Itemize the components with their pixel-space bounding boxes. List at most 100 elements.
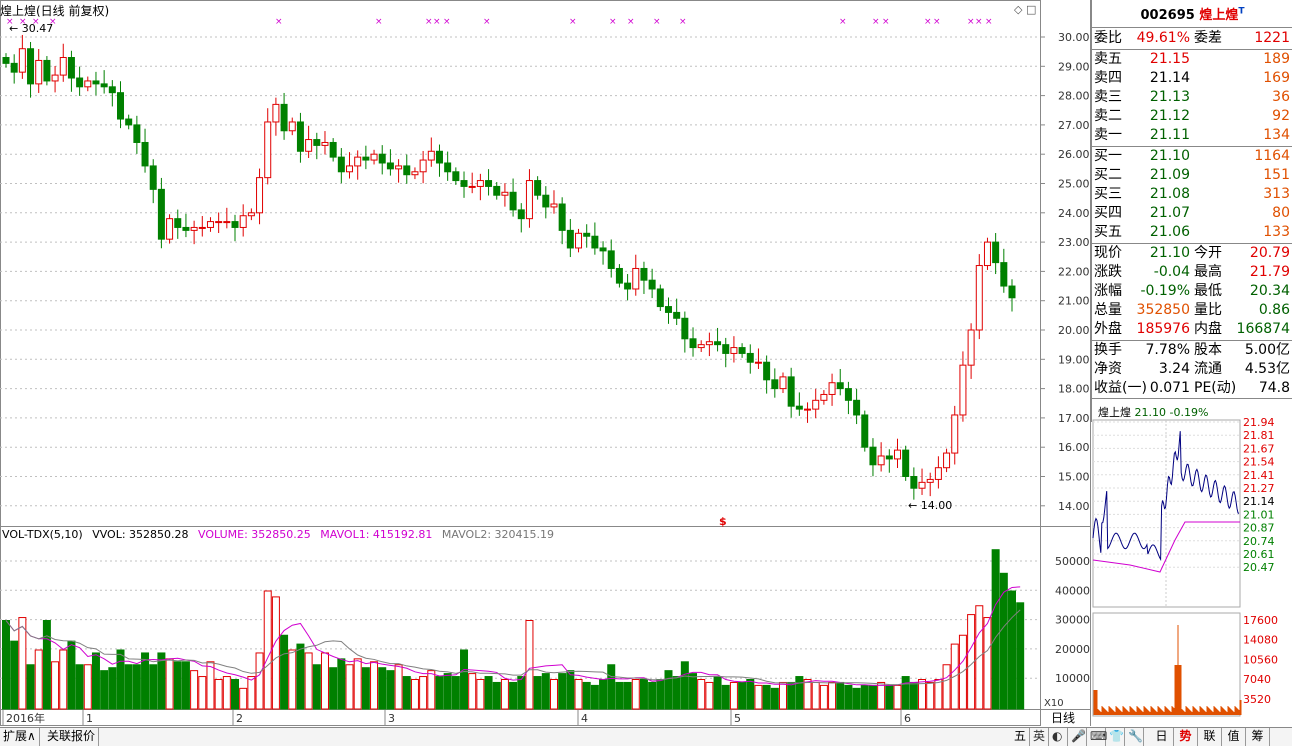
volume-axis-tick: 30000 [1055, 614, 1090, 627]
diamond-icon[interactable]: ◇ [1014, 3, 1023, 16]
price-axis-tick: 28.00 [1058, 90, 1090, 103]
mini-axis-tick: 20.61 [1243, 548, 1275, 561]
tab-联[interactable]: 联 [1198, 728, 1222, 746]
sell-level-3[interactable]: 卖三 21.13 36 [1092, 88, 1292, 107]
stat-row: 总量 352850 量比 0.86 [1092, 301, 1292, 320]
related-quote-button[interactable]: 关联报价 [44, 728, 100, 746]
candle-body [288, 121, 296, 132]
volume-bar [599, 679, 608, 710]
volume-bar [729, 681, 738, 710]
volume-bar [410, 679, 419, 710]
buy-level-4[interactable]: 买四 21.07 80 [1092, 204, 1292, 223]
quote-value: 21.10 [1149, 245, 1190, 261]
volume-bar [672, 676, 681, 710]
candle-body [664, 306, 672, 313]
quote-value: 3.24 [1158, 361, 1190, 377]
volume-bar [901, 676, 910, 710]
price-axis-tick: 30.00 [1058, 31, 1090, 44]
sell-level-2[interactable]: 卖二 21.12 92 [1092, 107, 1292, 126]
candle-body [108, 86, 116, 94]
buy-level-3[interactable]: 买三 21.08 313 [1092, 185, 1292, 204]
quote-value2: 0.86 [1258, 302, 1290, 318]
book-label: 卖五 [1094, 51, 1122, 67]
tab-值[interactable]: 值 [1222, 728, 1246, 746]
high-price-label: ← 30.47 [9, 22, 53, 35]
sell-level-1[interactable]: 卖一 21.11 134 [1092, 126, 1292, 145]
quote-label2: 委差 [1194, 30, 1222, 46]
buy-level-2[interactable]: 买二 21.09 151 [1092, 166, 1292, 185]
volume-bar [860, 684, 869, 710]
candle-body [853, 399, 861, 416]
volume-bar [378, 667, 387, 710]
candle-body [370, 153, 378, 161]
volume-bar [549, 679, 558, 710]
price-axis-tick: 17.00 [1058, 412, 1090, 425]
mini-volume-tick: 14080 [1243, 634, 1278, 647]
wrench-icon[interactable]: 🔧 [1126, 728, 1144, 746]
candle-body [992, 241, 1000, 264]
input-method-icon[interactable]: 五 [1012, 728, 1030, 746]
volume-bar [819, 684, 828, 710]
volume-bar [108, 667, 117, 710]
mini-axis-tick: 20.87 [1243, 522, 1275, 535]
candle-body [902, 449, 910, 478]
restore-icon[interactable]: □ [1026, 3, 1036, 16]
signal-marker: × [443, 17, 451, 27]
tab-筹[interactable]: 筹 [1246, 728, 1270, 746]
candle-body [264, 121, 272, 179]
candle-body [648, 279, 656, 290]
volume-bar [697, 679, 706, 710]
quote-label: 收益(一) [1094, 380, 1147, 396]
keyboard-icon[interactable]: ⌨ [1088, 728, 1107, 746]
candle-body [321, 141, 329, 146]
moon-icon[interactable]: ◐ [1050, 728, 1068, 746]
signal-marker: × [882, 17, 890, 27]
candle-body [100, 83, 108, 88]
book-label: 买四 [1094, 205, 1122, 221]
mic-icon[interactable]: 🎤 [1069, 728, 1087, 746]
candle-body [386, 162, 394, 170]
price-axis-tick: 15.00 [1058, 471, 1090, 484]
signal-marker: × [627, 17, 635, 27]
candle-body [190, 226, 198, 231]
volume-axis-tick: 50000 [1055, 555, 1090, 568]
book-volume: 92 [1272, 108, 1290, 124]
buy-level-5[interactable]: 买五 21.06 133 [1092, 223, 1292, 242]
expand-button[interactable]: 扩展∧ [0, 728, 40, 746]
quote-label: 委比 [1094, 30, 1122, 46]
candle-body [35, 59, 43, 85]
english-icon[interactable]: 英 [1031, 728, 1049, 746]
signal-marker: × [839, 17, 847, 27]
candle-body [378, 153, 386, 164]
buy-level-1[interactable]: 买一 21.10 1164 [1092, 147, 1292, 166]
volume-bar [517, 676, 526, 710]
price-axis-tick: 23.00 [1058, 236, 1090, 249]
candle-body [689, 338, 697, 349]
candle-body [493, 185, 501, 196]
quote-header: 002695 煌上煌T [1092, 4, 1292, 23]
candle-body [697, 344, 705, 349]
book-label: 买二 [1094, 167, 1122, 183]
volume-bar [991, 549, 1000, 710]
book-label: 卖二 [1094, 108, 1122, 124]
candle-body [354, 156, 362, 167]
book-price: 21.12 [1149, 108, 1190, 124]
book-volume: 80 [1272, 205, 1290, 221]
candle-body [296, 121, 304, 152]
sell-level-4[interactable]: 卖四 21.14 169 [1092, 69, 1292, 88]
tab-势[interactable]: 势 [1174, 728, 1198, 746]
tab-日[interactable]: 日 [1150, 728, 1174, 746]
book-price: 21.09 [1149, 167, 1190, 183]
volume-bar [541, 673, 550, 710]
sell-level-5[interactable]: 卖五 21.15 189 [1092, 50, 1292, 69]
candle-body [705, 341, 713, 346]
volume-bar [828, 681, 837, 710]
shirt-icon[interactable]: 👕 [1107, 728, 1125, 746]
volume-bar [206, 661, 215, 710]
book-price: 21.08 [1149, 186, 1190, 202]
candle-body [771, 379, 779, 390]
volume-bar [255, 652, 264, 710]
date-axis-label: 3 [388, 712, 395, 725]
candle-body [215, 221, 223, 224]
stat-row: 外盘 185976 内盘 166874 [1092, 320, 1292, 339]
